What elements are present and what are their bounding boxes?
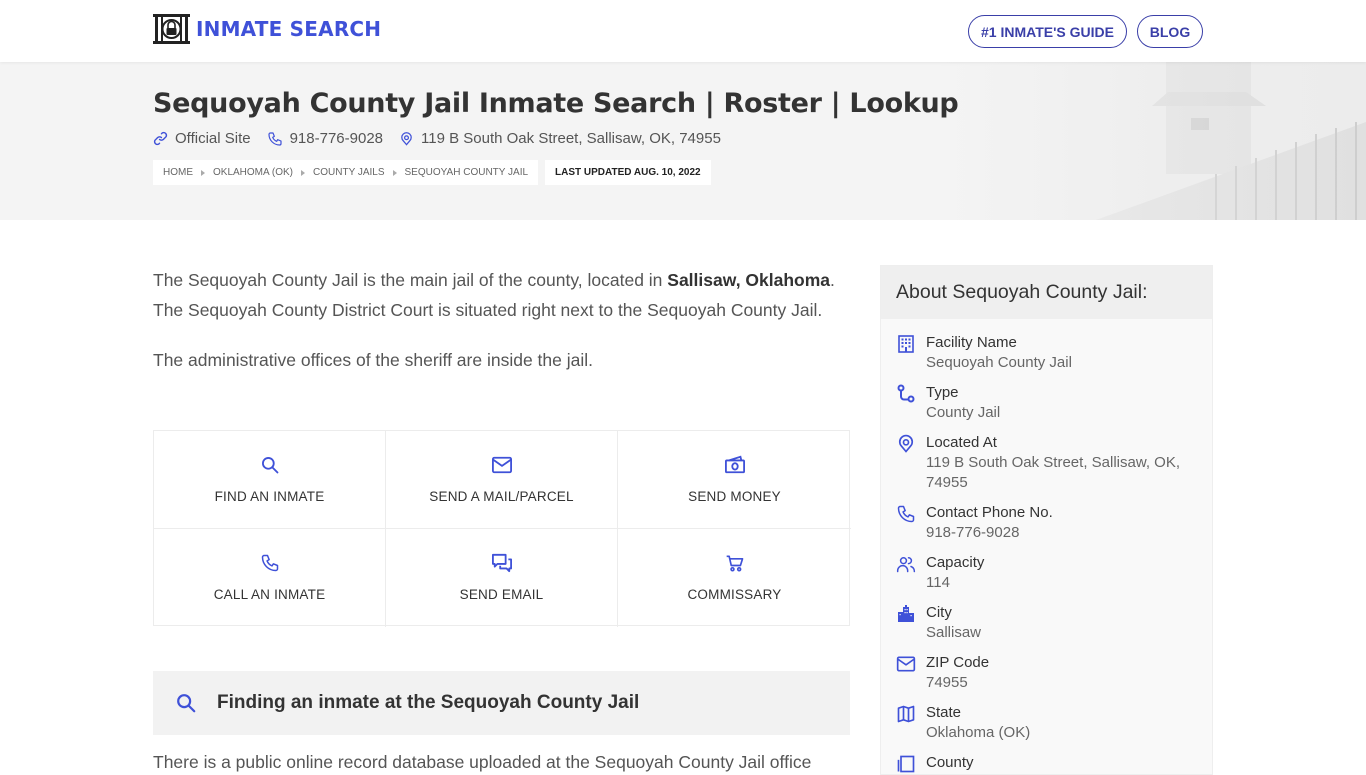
cart-icon — [725, 553, 745, 573]
nav-inmates-guide-button[interactable]: #1 INMATE'S GUIDE — [968, 15, 1127, 48]
city-icon — [896, 604, 916, 624]
prison-tower-background-image — [936, 62, 1366, 220]
intro-paragraph-1: The Sequoyah County Jail is the main jai… — [153, 265, 853, 325]
action-label: COMMISSARY — [687, 587, 782, 602]
search-icon — [260, 455, 280, 475]
breadcrumb-separator-icon — [392, 169, 397, 176]
detail-label: County — [926, 754, 974, 771]
money-icon — [724, 455, 746, 475]
location-pin-icon — [399, 131, 414, 147]
intro-paragraph-2: The administrative offices of the sherif… — [153, 350, 593, 370]
send-mail-parcel-button[interactable]: SEND A MAIL/PARCEL — [386, 431, 618, 529]
phone-icon — [267, 131, 283, 147]
chat-icon — [491, 553, 513, 573]
top-navbar: INMATE SEARCH #1 INMATE'S GUIDE BLOG — [0, 0, 1366, 62]
detail-contact-phone: Contact Phone No. 918-776-9028 — [896, 503, 1197, 543]
detail-value: 918-776-9028 — [926, 524, 1020, 541]
detail-value: 74955 — [926, 674, 968, 691]
sidebar-title: About Sequoyah County Jail: — [881, 266, 1212, 319]
detail-label: Type — [926, 384, 959, 401]
page-title: Sequoyah County Jail Inmate Search | Ros… — [153, 88, 959, 119]
intro-p1-text: The Sequoyah County Jail is the main jai… — [153, 270, 668, 290]
nav-blog-button[interactable]: BLOG — [1137, 15, 1203, 48]
facility-details-list: Facility Name Sequoyah County Jail Type Co… — [881, 319, 1212, 774]
mail-icon — [896, 654, 916, 674]
detail-value: County Jail — [926, 404, 1001, 421]
finding-inmate-section-header: Finding an inmate at the Sequoyah County… — [153, 671, 850, 735]
section-paragraph: There is a public online record database… — [153, 752, 812, 772]
send-email-button[interactable]: SEND EMAIL — [386, 529, 618, 627]
action-label: FIND AN INMATE — [214, 489, 325, 504]
facility-meta-row: Official Site 918-776-9028 119 B South O… — [153, 130, 737, 147]
detail-label: Contact Phone No. — [926, 504, 1053, 521]
jail-lock-icon — [153, 13, 190, 45]
official-site-link[interactable]: Official Site — [153, 130, 251, 147]
detail-type: Type County Jail — [896, 383, 1197, 423]
action-label: SEND MONEY — [688, 489, 781, 504]
detail-zip-code: ZIP Code 74955 — [896, 653, 1197, 693]
detail-city: City Sallisaw — [896, 603, 1197, 643]
official-site-label: Official Site — [175, 130, 251, 147]
phone-icon — [260, 553, 280, 573]
detail-label: City — [926, 604, 952, 621]
detail-value: Oklahoma (OK) — [926, 724, 1031, 741]
detail-label: Located At — [926, 434, 997, 451]
site-logo[interactable]: INMATE SEARCH — [153, 13, 381, 45]
phone-number: 918-776-9028 — [289, 130, 384, 147]
detail-label: Facility Name — [926, 334, 1017, 351]
users-icon — [896, 554, 916, 574]
breadcrumb-separator-icon — [201, 169, 205, 176]
detail-located-at: Located At 119 B South Oak Street, Sallis… — [896, 433, 1197, 493]
action-label: SEND EMAIL — [459, 587, 544, 602]
breadcrumb-oklahoma[interactable]: OKLAHOMA (OK) — [213, 167, 293, 178]
detail-state: State Oklahoma (OK) — [896, 703, 1197, 743]
about-facility-sidebar: About Sequoyah County Jail: Facility Nam… — [880, 265, 1213, 775]
link-icon — [153, 131, 168, 146]
detail-label: ZIP Code — [926, 654, 990, 671]
phone-icon — [896, 504, 916, 524]
breadcrumb: HOME OKLAHOMA (OK) COUNTY JAILS SEQUOYAH… — [153, 160, 539, 185]
detail-capacity: Capacity 114 — [896, 553, 1197, 593]
commissary-button[interactable]: COMMISSARY — [618, 529, 851, 627]
detail-value: 119 B South Oak Street, Sallisaw, OK, 74… — [926, 454, 1181, 491]
breadcrumb-separator-icon — [301, 169, 306, 176]
address: 119 B South Oak Street, Sallisaw, OK, 74… — [399, 130, 721, 147]
detail-value: Sallisaw — [926, 624, 982, 641]
breadcrumb-sequoyah-county-jail[interactable]: SEQUOYAH COUNTY JAIL — [405, 167, 529, 178]
route-icon — [896, 384, 916, 404]
detail-label: Capacity — [926, 554, 985, 571]
logo-text: INMATE SEARCH — [196, 17, 382, 41]
section-title: Finding an inmate at the Sequoyah County… — [217, 692, 640, 713]
county-icon — [896, 754, 916, 774]
detail-facility-name: Facility Name Sequoyah County Jail — [896, 333, 1197, 373]
breadcrumb-home[interactable]: HOME — [163, 167, 193, 178]
find-an-inmate-button[interactable]: FIND AN INMATE — [154, 431, 386, 529]
location-pin-icon — [896, 434, 916, 454]
map-icon — [896, 704, 916, 724]
intro-text: The Sequoyah County Jail is the main jai… — [153, 265, 853, 395]
intro-p1-location: Sallisaw, Oklahoma — [667, 270, 831, 290]
address-text: 119 B South Oak Street, Sallisaw, OK, 74… — [421, 130, 721, 147]
action-grid: FIND AN INMATE SEND A MAIL/PARCEL SEND M… — [153, 430, 851, 627]
building-icon — [896, 334, 916, 354]
search-icon — [175, 692, 197, 714]
detail-county: County — [896, 753, 1197, 774]
breadcrumb-county-jails[interactable]: COUNTY JAILS — [313, 167, 385, 178]
detail-value: 114 — [926, 574, 950, 591]
send-money-button[interactable]: SEND MONEY — [618, 431, 851, 529]
detail-label: State — [926, 704, 962, 721]
action-label: SEND A MAIL/PARCEL — [429, 489, 574, 504]
detail-value: Sequoyah County Jail — [926, 354, 1072, 371]
mail-icon — [491, 455, 513, 475]
last-updated-badge: LAST UPDATED AUG. 10, 2022 — [545, 160, 711, 185]
action-label: CALL AN INMATE — [213, 587, 326, 602]
call-an-inmate-button[interactable]: CALL AN INMATE — [154, 529, 386, 627]
phone-link[interactable]: 918-776-9028 — [267, 130, 383, 147]
